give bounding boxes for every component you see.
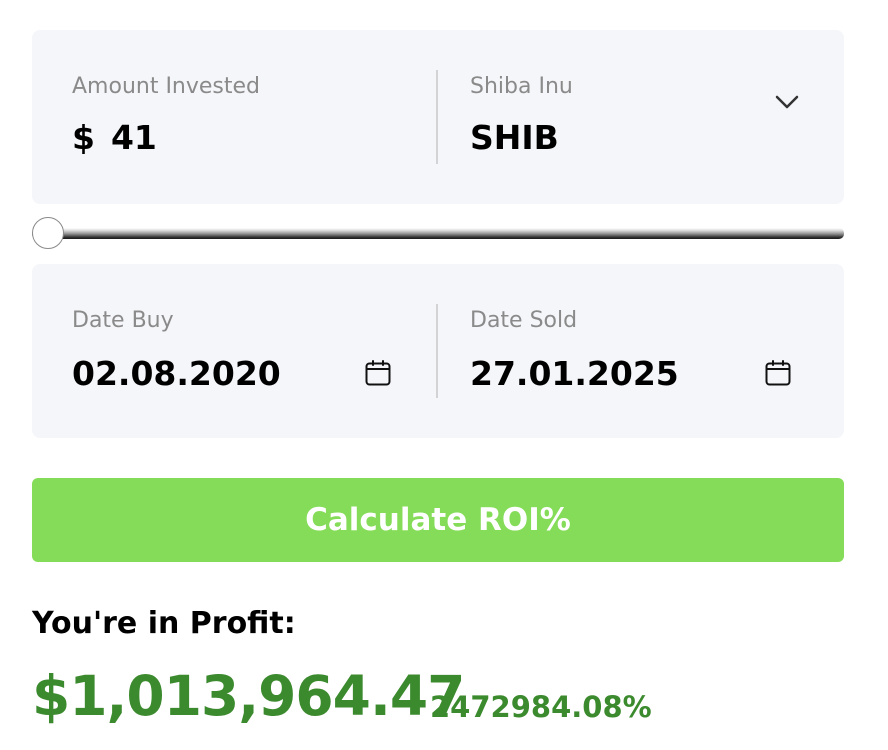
date-buy-label: Date Buy [72,308,174,333]
profit-percent: 2472984.08% [430,690,652,724]
profit-amount: $1,013,964.47 [32,664,465,728]
date-sold-label: Date Sold [470,308,578,333]
result-heading: You're in Profit: [32,606,296,641]
calendar-icon[interactable] [764,359,792,387]
calendar-icon[interactable] [364,359,392,387]
amount-invested-label: Amount Invested [72,74,261,99]
roi-calculator: Amount Invested $41 Shiba Inu SHIB Date … [0,0,888,750]
chevron-down-icon[interactable] [774,94,800,110]
field-divider [436,70,438,164]
slider-thumb[interactable] [32,217,64,249]
coin-ticker-select[interactable]: SHIB [470,118,559,157]
field-divider [436,304,438,398]
slider-track[interactable] [32,228,844,239]
amount-invested-value[interactable]: 41 [111,118,157,157]
calculate-roi-button[interactable]: Calculate ROI% [32,478,844,562]
dates-card: Date Buy 02.08.2020 Date Sold 27.01.2025 [32,264,844,438]
date-sold-input[interactable]: 27.01.2025 [470,354,679,393]
amount-slider[interactable] [32,216,844,252]
date-buy-input[interactable]: 02.08.2020 [72,354,281,393]
investment-card: Amount Invested $41 Shiba Inu SHIB [32,30,844,204]
currency-symbol: $ [72,118,95,157]
coin-name: Shiba Inu [470,74,573,99]
amount-invested-field[interactable]: $41 [72,118,157,157]
